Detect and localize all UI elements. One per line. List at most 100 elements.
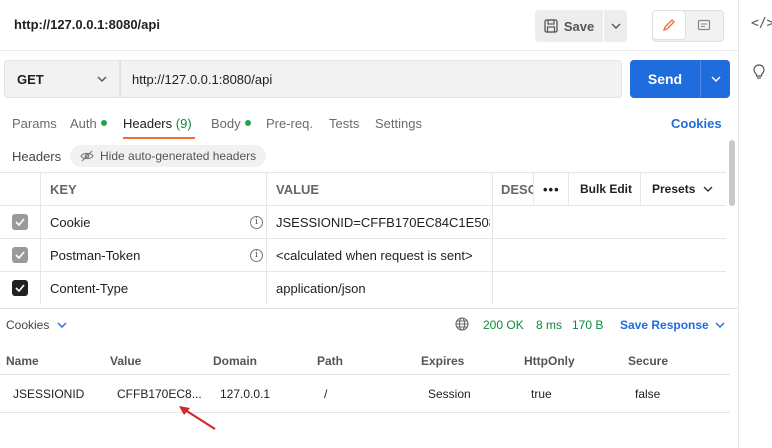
column-divider [492, 272, 493, 304]
tab-auth[interactable]: Auth [70, 116, 107, 131]
tab-pre-request[interactable]: Pre-req. [266, 116, 313, 131]
globe-icon[interactable] [455, 317, 469, 334]
bulk-edit-button[interactable]: Bulk Edit [580, 173, 632, 205]
tab-count: (9) [175, 116, 192, 131]
code-icon[interactable]: </> [751, 16, 772, 31]
header-value[interactable]: application/json [276, 272, 490, 304]
eye-off-icon [80, 150, 94, 162]
cookie-value: CFFB170EC8... [117, 387, 202, 401]
info-icon[interactable]: i [250, 249, 263, 262]
tab-label: Params [12, 116, 57, 131]
cookie-path: / [324, 387, 328, 401]
status-dot [244, 120, 251, 126]
column-divider [40, 239, 41, 271]
cookie-secure: false [635, 387, 661, 401]
presets-dropdown[interactable]: Presets [652, 173, 713, 205]
right-sidebar-divider [738, 0, 739, 448]
column-header-description: DESC [501, 181, 533, 197]
send-button[interactable]: Send [630, 60, 700, 98]
chevron-down-icon [57, 322, 67, 328]
checkbox-checked[interactable] [12, 214, 28, 230]
view-mode-toggle[interactable] [652, 10, 724, 42]
headers-section-label: Headers [12, 149, 62, 164]
cookie-column-httponly: HttpOnly [524, 354, 575, 368]
cookie-domain: 127.0.0.1 [220, 387, 271, 401]
cookie-name: JSESSIONID [13, 387, 85, 401]
chevron-down-icon [715, 322, 725, 328]
cookie-httponly: true [531, 387, 552, 401]
header-value[interactable]: <calculated when request is sent> [276, 239, 490, 271]
cookies-link[interactable]: Cookies [671, 116, 722, 131]
cookie-row-divider [0, 412, 730, 413]
tab-body[interactable]: Body [211, 116, 251, 131]
tab-tests[interactable]: Tests [329, 116, 359, 131]
info-icon[interactable]: i [250, 216, 263, 229]
response-status[interactable]: 200 OK [483, 318, 524, 332]
send-dropdown-button[interactable] [700, 60, 730, 98]
column-divider [266, 173, 267, 205]
tab-label: Settings [375, 116, 422, 131]
more-options-icon[interactable]: ••• [543, 173, 560, 205]
checkbox-checked[interactable] [12, 247, 28, 263]
table-header-row: KEY VALUE DESC ••• Bulk Edit Presets [0, 172, 726, 205]
header-value[interactable]: JSESSIONID=CFFB170EC84C1E508... [276, 206, 490, 238]
cookie-column-name: Name [6, 354, 39, 368]
tab-headers[interactable]: Headers (9) [123, 116, 192, 131]
column-divider [533, 173, 534, 205]
header-key[interactable]: Content-Type [50, 272, 128, 304]
scrollbar[interactable] [729, 140, 735, 206]
tab-settings[interactable]: Settings [375, 116, 422, 131]
hide-auto-headers-button[interactable]: Hide auto-generated headers [70, 145, 267, 167]
method-label: GET [17, 71, 44, 87]
row-checkbox[interactable] [0, 239, 40, 271]
edit-mode-button[interactable] [652, 10, 686, 40]
chevron-down-icon [703, 186, 713, 192]
column-header-value: VALUE [276, 181, 320, 197]
save-button[interactable]: Save [535, 10, 603, 42]
response-tab-label: Cookies [6, 318, 50, 332]
table-row: Postman-Token i <calculated when request… [0, 238, 726, 271]
cookie-column-secure: Secure [628, 354, 669, 368]
chevron-down-icon [97, 76, 107, 82]
column-divider [492, 173, 493, 205]
column-divider [266, 239, 267, 271]
tab-label: Tests [329, 116, 360, 131]
save-dropdown-button[interactable] [603, 10, 627, 42]
annotation-arrow-icon [179, 406, 216, 430]
row-checkbox[interactable] [0, 272, 40, 304]
hide-auto-headers-label: Hide auto-generated headers [100, 149, 257, 163]
checkbox-checked[interactable] [12, 280, 28, 296]
check-icon [15, 218, 25, 226]
response-size[interactable]: 170 B [572, 318, 603, 332]
tab-params[interactable]: Params [12, 116, 57, 131]
header-key[interactable]: Cookie [50, 206, 90, 238]
cookie-column-value: Value [110, 354, 142, 368]
method-select[interactable]: GET [4, 60, 120, 98]
response-time[interactable]: 8 ms [536, 318, 562, 332]
column-divider [492, 206, 493, 238]
active-tab-indicator [123, 137, 195, 139]
cookie-header-divider [0, 374, 730, 375]
table-row: Cookie i JSESSIONID=CFFB170EC84C1E508... [0, 205, 726, 238]
title-divider [0, 50, 738, 51]
cookie-column-path: Path [317, 354, 344, 368]
send-button-group[interactable]: Send [630, 60, 730, 98]
save-response-button[interactable]: Save Response [620, 318, 725, 332]
response-tab-cookies[interactable]: Cookies [6, 318, 67, 332]
url-input[interactable]: http://127.0.0.1:8080/api [120, 60, 622, 98]
cookie-expires: Session [428, 387, 471, 401]
documentation-button[interactable] [685, 11, 723, 41]
request-title: http://127.0.0.1:8080/api [14, 17, 160, 32]
row-checkbox[interactable] [0, 206, 40, 238]
chevron-down-icon [711, 76, 720, 82]
column-divider [266, 206, 267, 238]
save-button-group[interactable]: Save [535, 10, 627, 42]
lightbulb-icon[interactable] [752, 64, 766, 83]
column-divider [266, 272, 267, 304]
save-label: Save [563, 18, 595, 34]
save-response-label: Save Response [620, 318, 709, 332]
tab-label: Auth [70, 116, 97, 131]
header-key[interactable]: Postman-Token [50, 239, 140, 271]
column-divider [40, 206, 41, 238]
check-icon [15, 251, 25, 259]
